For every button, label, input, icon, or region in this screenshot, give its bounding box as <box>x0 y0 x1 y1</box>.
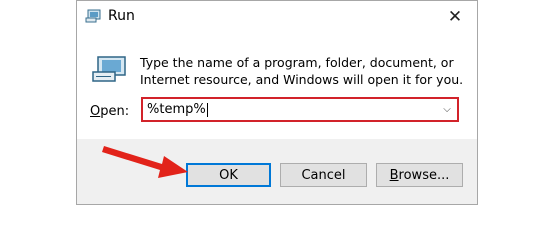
ok-button[interactable]: OK <box>186 163 271 187</box>
close-icon: ✕ <box>447 6 463 27</box>
chevron-down-icon[interactable]: ⌵ <box>441 102 453 116</box>
open-label: Open: <box>90 104 130 119</box>
run-icon <box>92 56 126 82</box>
run-icon <box>85 9 101 23</box>
red-arrow-annotation <box>102 146 188 178</box>
dialog-description: Type the name of a program, folder, docu… <box>140 55 464 87</box>
text-cursor <box>206 102 208 117</box>
open-input-value: %temp% <box>147 102 206 117</box>
browse-button[interactable]: Browse... <box>376 163 463 187</box>
open-input[interactable]: %temp% ⌵ <box>141 97 459 122</box>
cancel-button[interactable]: Cancel <box>280 163 367 187</box>
window-title: Run <box>108 8 135 24</box>
title-bar: Run ✕ <box>77 1 477 32</box>
close-button[interactable]: ✕ <box>433 1 477 32</box>
dialog-body: Type the name of a program, folder, docu… <box>77 32 477 139</box>
